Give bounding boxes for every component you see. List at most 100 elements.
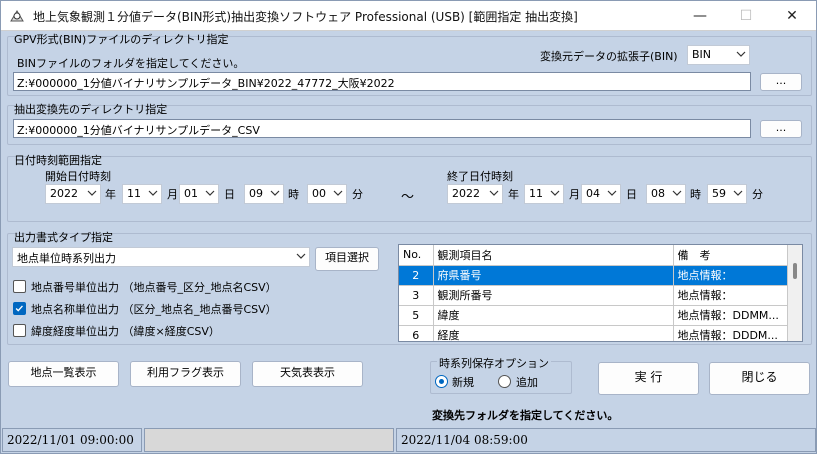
grid-cell-no: 2	[399, 265, 434, 286]
start-year-select[interactable]: 2022	[45, 184, 101, 204]
end-year-unit: 年	[508, 188, 519, 201]
grid-cell-no: 5	[399, 305, 434, 326]
chevron-down-icon	[550, 190, 560, 196]
destination-browse-button[interactable]: ...	[760, 120, 802, 138]
save-append-radio[interactable]	[498, 375, 511, 388]
end-day-select[interactable]: 04	[581, 184, 621, 204]
save-new-label: 新規	[452, 376, 474, 389]
start-hour-unit: 時	[288, 188, 299, 201]
station-name-option-label: 地点名称単位出力 （区分_地点名_地点番号CSV）	[31, 303, 277, 316]
chevron-down-icon	[205, 190, 215, 196]
chevron-down-icon	[270, 190, 280, 196]
destination-group-title: 抽出変換先のディレクトリ指定	[14, 103, 168, 116]
end-day-unit: 日	[626, 188, 637, 201]
start-minute-value: 00	[312, 187, 326, 200]
table-row[interactable]: 3 観測所番号 地点情報：	[399, 285, 788, 306]
start-minute-unit: 分	[352, 188, 363, 201]
execute-button[interactable]: 実 行	[598, 362, 699, 395]
grid-cell-item: 経度	[433, 325, 674, 341]
start-month-select[interactable]: 11	[122, 184, 162, 204]
save-append-label: 追加	[516, 376, 538, 389]
chevron-down-icon	[733, 190, 743, 196]
end-hour-unit: 時	[690, 188, 701, 201]
end-day-value: 04	[586, 187, 600, 200]
end-year-select[interactable]: 2022	[447, 184, 503, 204]
title-bar: 地上気象観測１分値データ(BIN形式)抽出変換ソフトウェア Profession…	[1, 1, 816, 31]
start-day-unit: 日	[224, 188, 235, 201]
start-month-unit: 月	[167, 188, 178, 201]
lat-lon-checkbox[interactable]	[13, 324, 26, 337]
grid-scrollbar[interactable]	[788, 245, 802, 341]
end-month-unit: 月	[569, 188, 580, 201]
table-row[interactable]: 5 緯度 地点情報：DDMM...	[399, 305, 788, 326]
window-title: 地上気象観測１分値データ(BIN形式)抽出変換ソフトウェア Profession…	[33, 10, 578, 24]
grid-cell-remarks: 地点情報：DDMM...	[673, 305, 788, 326]
bin-folder-browse-button[interactable]: ...	[760, 73, 802, 91]
station-number-checkbox[interactable]	[13, 280, 26, 293]
start-day-select[interactable]: 01	[179, 184, 219, 204]
start-year-value: 2022	[50, 187, 78, 200]
lat-lon-option-label: 緯度経度単位出力 （緯度×経度CSV）	[31, 325, 220, 338]
extension-value: BIN	[692, 48, 712, 61]
grid-cell-remarks: 地点情報：	[673, 265, 788, 286]
end-minute-unit: 分	[752, 188, 763, 201]
extension-select[interactable]: BIN	[687, 45, 750, 65]
bin-folder-input[interactable]: Z:¥000000_1分値バイナリサンプルデータ_BIN¥2022_47772_…	[13, 72, 751, 91]
usage-flag-button[interactable]: 利用フラグ表示	[130, 361, 241, 387]
station-list-button[interactable]: 地点一覧表示	[8, 361, 119, 387]
chevron-down-icon	[736, 51, 746, 57]
start-day-value: 01	[184, 187, 198, 200]
start-month-value: 11	[127, 187, 141, 200]
station-number-option-label: 地点番号単位出力 （地点番号_区分_地点名CSV）	[31, 281, 277, 294]
end-hour-select[interactable]: 08	[646, 184, 686, 204]
output-format-group-title: 出力書式タイプ指定	[14, 231, 113, 244]
status-message: 変換先フォルダを指定してください。	[432, 409, 619, 422]
end-minute-select[interactable]: 59	[707, 184, 747, 204]
chevron-down-icon	[333, 190, 343, 196]
grid-cell-remarks: 地点情報：DDDM...	[673, 325, 788, 341]
chevron-down-icon	[148, 190, 158, 196]
save-new-radio[interactable]	[435, 375, 448, 388]
close-button[interactable]: 閉じる	[709, 362, 810, 395]
end-year-value: 2022	[452, 187, 480, 200]
grid-header-row: No. 観測項目名 備 考	[399, 245, 788, 266]
grid-cell-no: 6	[399, 325, 434, 341]
start-minute-select[interactable]: 00	[307, 184, 347, 204]
chevron-down-icon	[87, 190, 97, 196]
destination-folder-input[interactable]: Z:¥000000_1分値バイナリサンプルデータ_CSV	[13, 119, 751, 138]
maximize-button: ☐	[739, 8, 753, 24]
statusbar-start-time: 2022/11/01 09:00:00	[2, 428, 142, 452]
grid-cell-item: 観測所番号	[433, 285, 674, 306]
grid-header-item: 観測項目名	[433, 245, 674, 266]
start-datetime-label: 開始日付時刻	[45, 170, 111, 183]
bin-folder-label: BINファイルのフォルダを指定してください。	[17, 57, 245, 70]
start-hour-value: 09	[249, 187, 263, 200]
observation-items-grid[interactable]: No. 観測項目名 備 考 2 府県番号 地点情報： 3 観測所番号 地点情報：…	[398, 244, 803, 342]
app-icon	[10, 10, 24, 22]
item-select-button[interactable]: 項目選択	[315, 247, 379, 271]
gpv-group-title: GPV形式(BIN)ファイルのディレクトリ指定	[14, 33, 229, 46]
close-window-button[interactable]: ✕	[769, 1, 815, 31]
end-month-value: 11	[529, 187, 543, 200]
table-row[interactable]: 6 経度 地点情報：DDDM...	[399, 325, 788, 341]
chevron-down-icon	[489, 190, 499, 196]
grid-cell-remarks: 地点情報：	[673, 285, 788, 306]
weather-table-button[interactable]: 天気表表示	[252, 361, 363, 387]
grid-header-no: No.	[399, 245, 434, 266]
range-separator: ～	[401, 190, 415, 205]
save-option-group-title: 時系列保存オプション	[437, 355, 551, 371]
statusbar-end-time: 2022/11/04 08:59:00	[396, 428, 816, 452]
grid-cell-item: 緯度	[433, 305, 674, 326]
app-window: 地上気象観測１分値データ(BIN形式)抽出変換ソフトウェア Profession…	[0, 0, 817, 454]
start-hour-select[interactable]: 09	[244, 184, 284, 204]
end-minute-value: 59	[712, 187, 726, 200]
minimize-button[interactable]: —	[677, 1, 723, 31]
grid-cell-no: 3	[399, 285, 434, 306]
output-format-select[interactable]: 地点単位時系列出力	[12, 247, 310, 267]
grid-scrollbar-thumb[interactable]	[793, 263, 797, 279]
grid-cell-item: 府県番号	[433, 265, 674, 286]
start-year-unit: 年	[105, 188, 116, 201]
end-month-select[interactable]: 11	[524, 184, 564, 204]
station-name-checkbox[interactable]	[13, 302, 26, 315]
table-row[interactable]: 2 府県番号 地点情報：	[399, 265, 788, 286]
